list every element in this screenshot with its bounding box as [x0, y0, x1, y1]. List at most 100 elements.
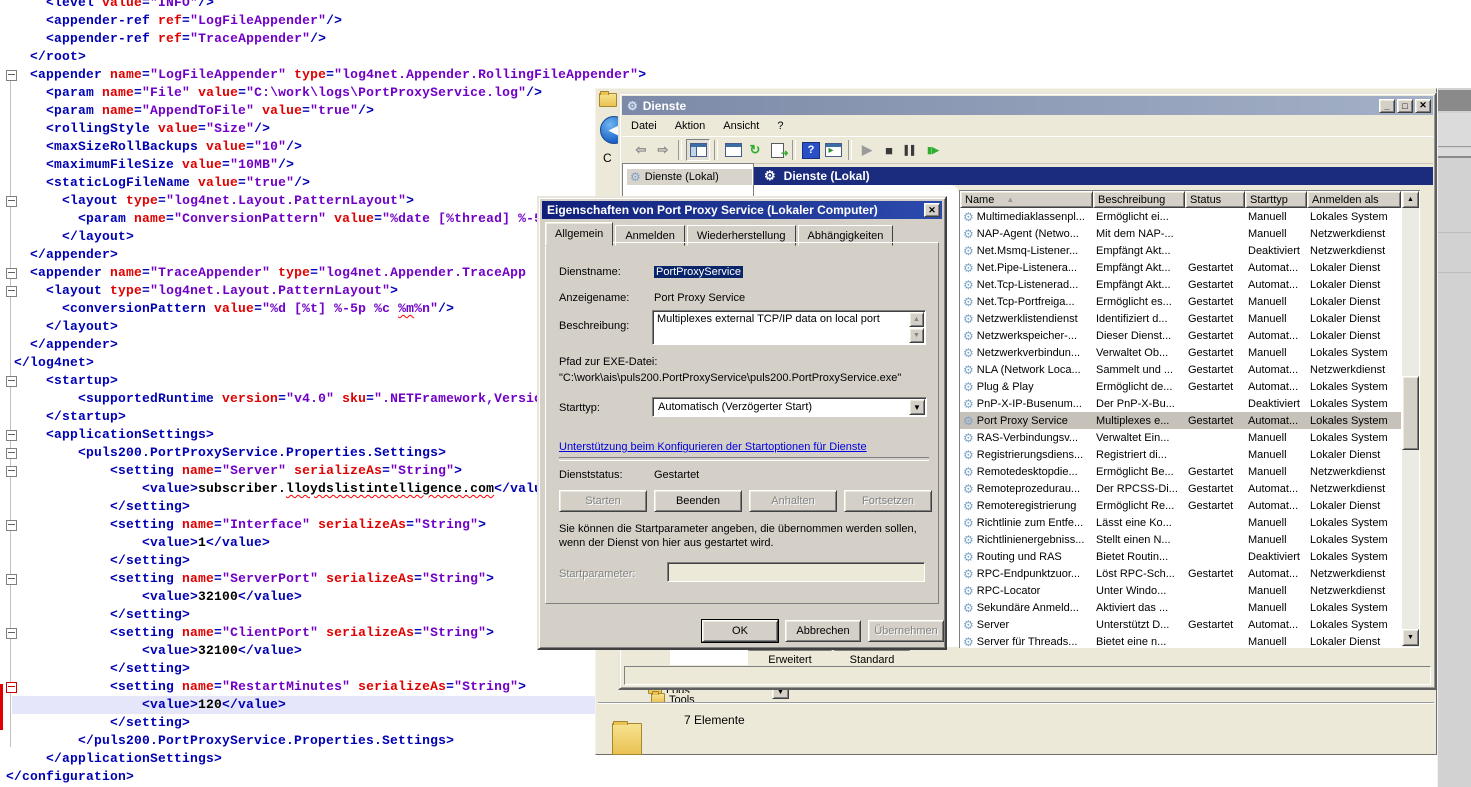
table-row[interactable]: ⚙ServerUnterstützt D...GestartetAutomat.…: [960, 616, 1401, 633]
table-scrollbar[interactable]: ▲ ▼: [1402, 191, 1419, 647]
table-cell: Lokales System: [1307, 344, 1401, 361]
table-row[interactable]: ⚙PnP-X-IP-Busenum...Der PnP-X-Bu...Deakt…: [960, 395, 1401, 412]
minimize-button[interactable]: _: [1379, 99, 1395, 113]
dialog-tab-allgemein[interactable]: Allgemein: [545, 222, 613, 246]
table-row[interactable]: ⚙RPC-Endpunktzuor...Löst RPC-Sch...Gesta…: [960, 565, 1401, 582]
resume-button[interactable]: Fortsetzen: [844, 490, 932, 512]
start-button[interactable]: Starten: [559, 490, 647, 512]
column-header-name[interactable]: Name▲: [960, 191, 1093, 208]
scroll-down-button[interactable]: ▼: [909, 328, 924, 343]
table-cell: [1185, 599, 1245, 616]
dialog-close-button[interactable]: ✕: [924, 203, 940, 217]
menu-datei[interactable]: Datei: [622, 118, 666, 134]
selected-text: PortProxyService: [654, 266, 743, 278]
table-cell: [1185, 242, 1245, 259]
table-cell: Lokales System: [1307, 599, 1401, 616]
table-row[interactable]: ⚙Routing und RASBietet Routin...Deaktivi…: [960, 548, 1401, 565]
table-cell: Netzwerkdienst: [1307, 361, 1401, 378]
column-header-status[interactable]: Status: [1185, 191, 1245, 208]
start-service-icon[interactable]: ▶: [856, 140, 878, 160]
tree-item-dienste-lokal[interactable]: ⚙ Dienste (Lokal): [627, 169, 752, 185]
back-icon[interactable]: ⇦: [630, 140, 652, 160]
close-button[interactable]: ✕: [1415, 99, 1431, 113]
dialog-titlebar[interactable]: Eigenschaften von Port Proxy Service (Lo…: [542, 201, 942, 219]
extended-view-icon[interactable]: [822, 140, 844, 160]
table-cell: Empfängt Akt...: [1093, 242, 1185, 259]
export-list-icon[interactable]: [766, 140, 788, 160]
table-row[interactable]: ⚙NLA (Network Loca...Sammelt und ...Gest…: [960, 361, 1401, 378]
scroll-up-button[interactable]: ▲: [1402, 191, 1419, 208]
table-cell: Lässt eine Ko...: [1093, 514, 1185, 531]
table-row[interactable]: ⚙Net.Msmq-Listener...Empfängt Akt...Deak…: [960, 242, 1401, 259]
forward-icon[interactable]: ⇨: [652, 140, 674, 160]
code-line: <appender-ref ref="LogFileAppender"/>: [6, 12, 646, 30]
status-item-count: 7 Elemente: [684, 713, 745, 727]
refresh-icon[interactable]: ↻: [744, 140, 766, 160]
restart-service-icon[interactable]: ▮▶: [922, 140, 944, 160]
startup-type-combobox[interactable]: Automatisch (Verzögerter Start) ▼: [652, 397, 927, 417]
table-row[interactable]: ⚙Net.Tcp-Portfreiga...Ermöglicht es...Ge…: [960, 293, 1401, 310]
service-name-value[interactable]: PortProxyService: [654, 266, 743, 278]
service-icon: ⚙: [963, 567, 974, 581]
table-cell: Manuell: [1245, 429, 1307, 446]
stop-button[interactable]: Beenden: [654, 490, 742, 512]
table-row[interactable]: ⚙Plug & PlayErmöglicht de...GestartetAut…: [960, 378, 1401, 395]
table-row[interactable]: ⚙Remotedesktopdie...Ermöglicht Be...Gest…: [960, 463, 1401, 480]
menu-aktion[interactable]: Aktion: [666, 118, 715, 134]
column-header-beschreibung[interactable]: Beschreibung: [1093, 191, 1185, 208]
table-row[interactable]: ⚙Netzwerkspeicher-...Dieser Dienst...Ges…: [960, 327, 1401, 344]
startup-options-help-link[interactable]: Unterstützung beim Konfigurieren der Sta…: [559, 441, 867, 453]
table-row[interactable]: ⚙Netzwerkverbindun...Verwaltet Ob...Gest…: [960, 344, 1401, 361]
table-row[interactable]: ⚙Server für Threads...Bietet eine n...Ma…: [960, 633, 1401, 646]
table-row[interactable]: ⚙Registrierungsdiens...Registriert di...…: [960, 446, 1401, 463]
table-cell: Manuell: [1245, 633, 1307, 646]
scroll-up-button[interactable]: ▲: [909, 312, 924, 327]
table-row[interactable]: ⚙RAS-Verbindungsv...Verwaltet Ein...Manu…: [960, 429, 1401, 446]
table-row[interactable]: ⚙NAP-Agent (Netwo...Mit dem NAP-...Manue…: [960, 225, 1401, 242]
table-row[interactable]: ⚙Net.Tcp-Listenerad...Empfängt Akt...Ges…: [960, 276, 1401, 293]
table-cell: [1185, 446, 1245, 463]
table-cell: Netzwerkdienst: [1307, 480, 1401, 497]
menu-?[interactable]: ?: [768, 118, 792, 134]
scroll-down-button[interactable]: ▼: [1402, 629, 1419, 646]
table-row[interactable]: ⚙RPC-LocatorUnter Windo...ManuellNetzwer…: [960, 582, 1401, 599]
column-header-anmelden-als[interactable]: Anmelden als: [1307, 191, 1401, 208]
pause-service-icon[interactable]: ▌▌: [900, 140, 922, 160]
table-cell: Gestartet: [1185, 565, 1245, 582]
divider: [598, 702, 1434, 704]
table-cell: Gestartet: [1185, 378, 1245, 395]
cancel-button[interactable]: Abbrechen: [785, 620, 861, 642]
services-icon: ⚙: [630, 170, 641, 184]
scrollbar-thumb[interactable]: [1402, 376, 1419, 450]
ok-button[interactable]: OK: [702, 620, 778, 642]
table-cell: ⚙Net.Tcp-Portfreiga...: [960, 293, 1093, 310]
properties-icon[interactable]: [722, 140, 744, 160]
maximize-button[interactable]: □: [1397, 99, 1413, 113]
services-titlebar[interactable]: ⚙ Dienste _ □ ✕: [622, 96, 1433, 115]
pause-button[interactable]: Anhalten: [749, 490, 837, 512]
table-row[interactable]: ⚙Port Proxy ServiceMultiplexes e...Gesta…: [960, 412, 1401, 429]
apply-button[interactable]: Übernehmen: [868, 620, 944, 642]
services-table-body: ⚙Multimediaklassenpl...Ermöglicht ei...M…: [960, 208, 1401, 646]
table-row[interactable]: ⚙NetzwerklistendienstIdentifiziert d...G…: [960, 310, 1401, 327]
table-row[interactable]: ⚙Remoteprozedurau...Der RPCSS-Di...Gesta…: [960, 480, 1401, 497]
start-params-input[interactable]: [667, 562, 925, 582]
table-cell: Lokaler Dienst: [1307, 293, 1401, 310]
description-textbox[interactable]: Multiplexes external TCP/IP data on loca…: [652, 310, 926, 345]
table-row[interactable]: ⚙Richtlinienergebniss...Stellt einen N..…: [960, 531, 1401, 548]
table-row[interactable]: ⚙Net.Pipe-Listenera...Empfängt Akt...Ges…: [960, 259, 1401, 276]
table-cell: [1185, 225, 1245, 242]
table-row[interactable]: ⚙Sekundäre Anmeld...Aktiviert das ...Man…: [960, 599, 1401, 616]
services-banner: ⚙ Dienste (Lokal): [754, 167, 1433, 185]
chevron-down-icon[interactable]: ▼: [909, 399, 925, 415]
table-row[interactable]: ⚙RemoteregistrierungErmöglicht Re...Gest…: [960, 497, 1401, 514]
stop-service-icon[interactable]: ■: [878, 140, 900, 160]
table-row[interactable]: ⚙Richtlinie zum Entfe...Lässt eine Ko...…: [960, 514, 1401, 531]
help-icon[interactable]: ?: [800, 140, 822, 160]
show-console-tree-icon[interactable]: [686, 139, 710, 161]
column-header-starttyp[interactable]: Starttyp: [1245, 191, 1307, 208]
table-cell: ⚙Net.Pipe-Listenera...: [960, 259, 1093, 276]
table-cell: Lokales System: [1307, 548, 1401, 565]
table-row[interactable]: ⚙Multimediaklassenpl...Ermöglicht ei...M…: [960, 208, 1401, 225]
menu-ansicht[interactable]: Ansicht: [714, 118, 768, 134]
